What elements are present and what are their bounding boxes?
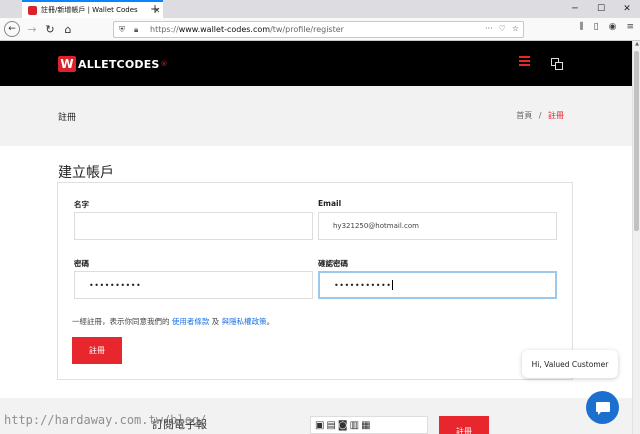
terms-suffix: 。: [266, 317, 275, 326]
bookmark-star-icon[interactable]: ☆: [512, 24, 519, 33]
logo-registered-mark: ®: [160, 60, 168, 68]
breadcrumb-current: 註冊: [548, 111, 564, 120]
terms-of-use-link[interactable]: 使用者條款: [172, 317, 210, 326]
app-menu-icon[interactable]: ≡: [626, 22, 634, 32]
url-text[interactable]: https://www.wallet-codes.com/tw/profile/…: [150, 25, 344, 34]
password-input[interactable]: ••••••••••: [74, 271, 313, 299]
confirm-password-value: •••••••••••: [334, 280, 392, 290]
url-host: www.wallet-codes.com: [178, 25, 271, 34]
payment-logo-icon: ◙: [337, 420, 348, 431]
breadcrumb: 首頁 / 註冊: [516, 110, 564, 121]
terms-notice: 一經註冊，表示你同意我們的 使用者條款 及 與隱私權政策。: [72, 316, 274, 327]
register-form-card: 名字 Email hy321250@hotmail.com 密碼 •••••••…: [57, 182, 573, 380]
footer-register-button[interactable]: 註冊: [439, 416, 489, 434]
confirm-password-input[interactable]: •••••••••••: [318, 271, 557, 299]
payment-logo-icon: ▤: [326, 420, 336, 431]
hamburger-menu-icon[interactable]: [519, 56, 530, 66]
privacy-policy-link[interactable]: 與隱私權政策: [222, 317, 267, 326]
breadcrumb-bar: 註冊 首頁 / 註冊: [0, 86, 632, 146]
breadcrumb-separator: /: [538, 111, 542, 120]
tracking-shield-icon[interactable]: ⛨: [119, 25, 129, 35]
logo-text: ALLETCODES: [78, 57, 160, 71]
payment-logo-icon: ▦: [361, 420, 371, 431]
watermark-text: http://hardaway.com.tw/blog/: [4, 413, 207, 427]
scrollbar-thumb[interactable]: [634, 51, 639, 231]
url-scheme: https://: [150, 25, 179, 34]
terms-prefix: 一經註冊，表示你同意我們的: [72, 317, 170, 326]
browser-toolbar: ← → ↻ ⌂ ⛨ 🔒︎ https://www.wallet-codes.co…: [0, 18, 640, 41]
language-icon[interactable]: [551, 58, 563, 70]
new-tab-icon[interactable]: +: [150, 2, 160, 16]
email-value: hy321250@hotmail.com: [333, 222, 419, 230]
minimize-icon[interactable]: ─: [562, 0, 588, 18]
site-header: W ALLETCODES ®: [0, 41, 632, 86]
url-path: /tw/profile/register: [270, 25, 344, 34]
page-heading: 註冊: [58, 113, 77, 123]
chat-greeting-bubble[interactable]: Hi, Valued Customer: [522, 350, 618, 378]
payment-logos: ▣ ▤ ◙ ▥ ▦: [310, 416, 428, 434]
email-label: Email: [318, 199, 342, 208]
text-caret: [392, 280, 394, 290]
payment-logo-icon: ▣: [315, 420, 325, 431]
back-icon[interactable]: ←: [4, 21, 20, 37]
terms-and: 及: [211, 317, 220, 326]
forward-icon[interactable]: →: [24, 21, 40, 37]
page-scrollbar[interactable]: ▲: [632, 41, 640, 434]
page-actions-icon[interactable]: ···: [485, 24, 493, 33]
reload-icon[interactable]: ↻: [42, 21, 58, 37]
payment-logo-icon: ▥: [349, 420, 360, 431]
register-button[interactable]: 註冊: [72, 337, 122, 364]
password-label: 密碼: [74, 259, 89, 268]
form-title: 建立帳戶: [58, 165, 114, 181]
pocket-icon[interactable]: ♡: [499, 24, 506, 33]
account-icon[interactable]: ◉: [609, 22, 617, 32]
logo-mark: W: [58, 56, 76, 72]
chat-launcher-button[interactable]: [586, 391, 619, 424]
breadcrumb-home-link[interactable]: 首頁: [516, 111, 532, 120]
scroll-up-icon[interactable]: ▲: [633, 41, 640, 49]
tab-list-area: [0, 0, 22, 18]
confirm-password-label: 確認密碼: [318, 259, 348, 268]
chat-icon: [595, 401, 610, 415]
tab-title: 註冊/新增帳戶 | Wallet Codes: [41, 6, 138, 14]
site-logo[interactable]: W ALLETCODES ®: [58, 55, 168, 73]
name-input[interactable]: [74, 212, 313, 240]
sidebar-icon[interactable]: ▯: [594, 22, 599, 32]
url-bar[interactable]: ⛨ 🔒︎ https://www.wallet-codes.com/tw/pro…: [113, 21, 524, 38]
lock-icon[interactable]: 🔒︎: [134, 25, 144, 35]
password-value: ••••••••••: [89, 280, 142, 290]
browser-tab-active[interactable]: 註冊/新增帳戶 | Wallet Codes ✕: [22, 0, 163, 18]
home-icon[interactable]: ⌂: [60, 21, 76, 37]
library-icon[interactable]: ⫼: [580, 22, 584, 32]
maximize-icon[interactable]: ☐: [588, 0, 614, 18]
browser-tab-bar: 註冊/新增帳戶 | Wallet Codes ✕ + ─ ☐ ✕: [0, 0, 640, 18]
email-input[interactable]: hy321250@hotmail.com: [318, 212, 557, 240]
name-label: 名字: [74, 200, 89, 209]
window-controls: ─ ☐ ✕: [562, 0, 640, 18]
site-favicon-icon: [28, 5, 37, 15]
close-window-icon[interactable]: ✕: [614, 0, 640, 18]
